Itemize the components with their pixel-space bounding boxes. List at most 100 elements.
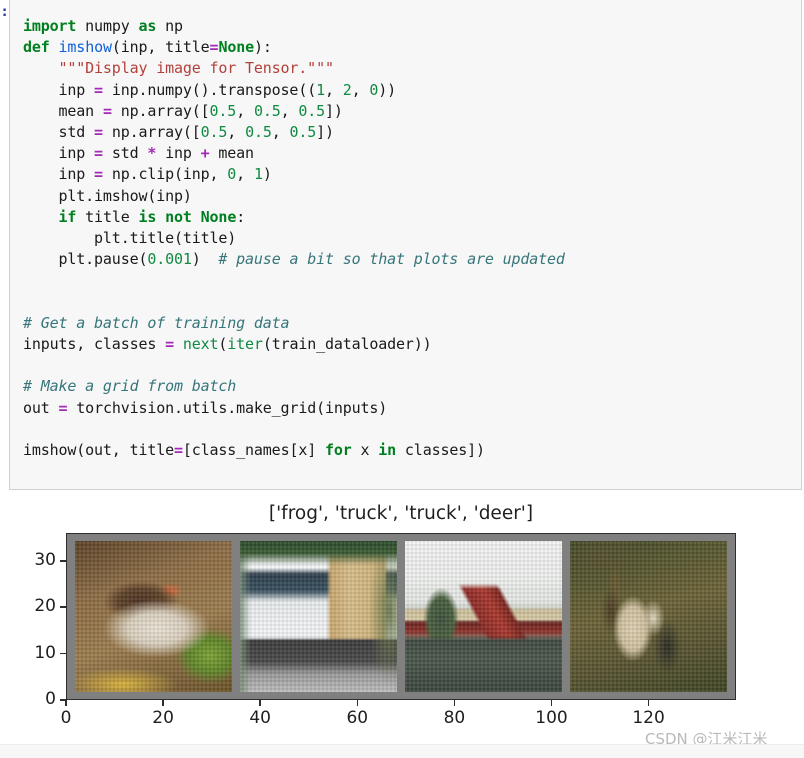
code-token: + [201,144,210,162]
code-token: None [218,38,254,56]
source-code[interactable]: import numpy as np def imshow(inp, title… [23,16,565,461]
code-token: , [227,123,245,141]
code-token: not [165,208,192,226]
x-tick-label: 120 [619,708,679,728]
x-tick-label: 80 [424,708,484,728]
code-token: ( [218,335,227,353]
code-token [23,208,59,226]
image-grid [67,534,735,699]
code-token: in [378,441,396,459]
code-token: 0.5 [245,123,272,141]
x-tick-label: 40 [230,708,290,728]
code-token [192,208,201,226]
y-tick-label: 10 [0,643,56,663]
code-token: plt.title(title) [23,229,236,247]
code-token: 0 [227,165,236,183]
code-token: 0.5 [254,102,281,120]
code-token: for [325,441,352,459]
matplotlib-figure-output: ['frog', 'truck', 'truck', 'deer'] CSDN … [0,492,804,758]
y-tick-mark [60,606,66,608]
code-token: as [138,17,156,35]
code-token [174,335,183,353]
code-token: x [352,441,379,459]
x-tick-label: 0 [36,708,96,728]
code-token: = [94,144,103,162]
y-tick-label: 20 [0,596,56,616]
grid-tile-truck-red [405,541,562,692]
code-token: is [138,208,156,226]
grid-tile-deer [570,541,727,692]
figure-title: ['frog', 'truck', 'truck', 'deer'] [66,503,736,524]
code-token: import [23,17,76,35]
x-tick-label: 20 [133,708,193,728]
code-token: )) [378,81,396,99]
grid-tile-truck-white [240,541,397,692]
grid-tile-frog [75,541,232,692]
code-token: ) [263,165,272,183]
code-token: if [59,208,77,226]
code-token: 0.5 [298,102,325,120]
code-token: std [103,144,147,162]
code-token: 0 [369,81,378,99]
code-token: inp [23,81,94,99]
code-token [50,38,59,56]
code-token: classes]) [396,441,485,459]
code-token: ]) [316,123,334,141]
code-token: title [76,208,138,226]
code-token: inp.numpy().transpose(( [103,81,316,99]
y-tick-label: 0 [0,689,56,709]
x-tick-label: 100 [522,708,582,728]
code-token: iter [227,335,263,353]
code-token: """Display image for Tensor.""" [23,59,334,77]
code-token: np [156,17,183,35]
code-token: , [236,102,254,120]
y-tick-mark [60,560,66,562]
x-tick-mark [648,700,650,706]
x-tick-mark [65,700,67,706]
code-token: ): [254,38,272,56]
pixelation-overlay [570,541,727,692]
code-token: (inp, title [112,38,210,56]
code-token: [class_names[x] [183,441,325,459]
code-token: , [325,81,343,99]
x-tick-mark [454,700,456,706]
notebook-code-cell: import numpy as np def imshow(inp, title… [0,0,804,492]
code-token: : [236,208,245,226]
code-token: inputs, classes [23,335,165,353]
code-token: plt.imshow(inp) [23,187,192,205]
cell-execution-prompt: ]: [0,2,8,23]
code-token: , [352,81,370,99]
x-tick-mark [162,700,164,706]
code-token: np.array([ [103,123,201,141]
code-token: numpy [76,17,138,35]
code-token: inp [156,144,200,162]
code-editor[interactable]: import numpy as np def imshow(inp, title… [9,0,802,490]
code-token: 1 [316,81,325,99]
x-tick-label: 60 [327,708,387,728]
code-token: = [94,165,103,183]
code-token: = [165,335,174,353]
code-token: , [281,102,299,120]
code-token: plt.pause( [23,250,147,268]
code-token: inp [23,144,94,162]
x-tick-mark [551,700,553,706]
x-tick-mark [357,700,359,706]
code-token: torchvision.utils.make_grid(inputs) [67,399,387,417]
code-token: = [94,81,103,99]
code-token: 2 [343,81,352,99]
x-tick-mark [259,700,261,706]
code-token: out [23,399,59,417]
code-token: 0.5 [210,102,237,120]
code-token: # Make a grid from batch [23,377,236,395]
pixelation-overlay [240,541,397,692]
image-axes [66,533,736,700]
code-token: next [183,335,219,353]
code-token: np.array([ [112,102,210,120]
code-token: inp [23,165,94,183]
code-token [156,208,165,226]
code-token: * [147,144,156,162]
code-token: # pause a bit so that plots are updated [218,250,564,268]
code-token: 1 [254,165,263,183]
code-token: , [272,123,290,141]
code-token: def [23,38,50,56]
